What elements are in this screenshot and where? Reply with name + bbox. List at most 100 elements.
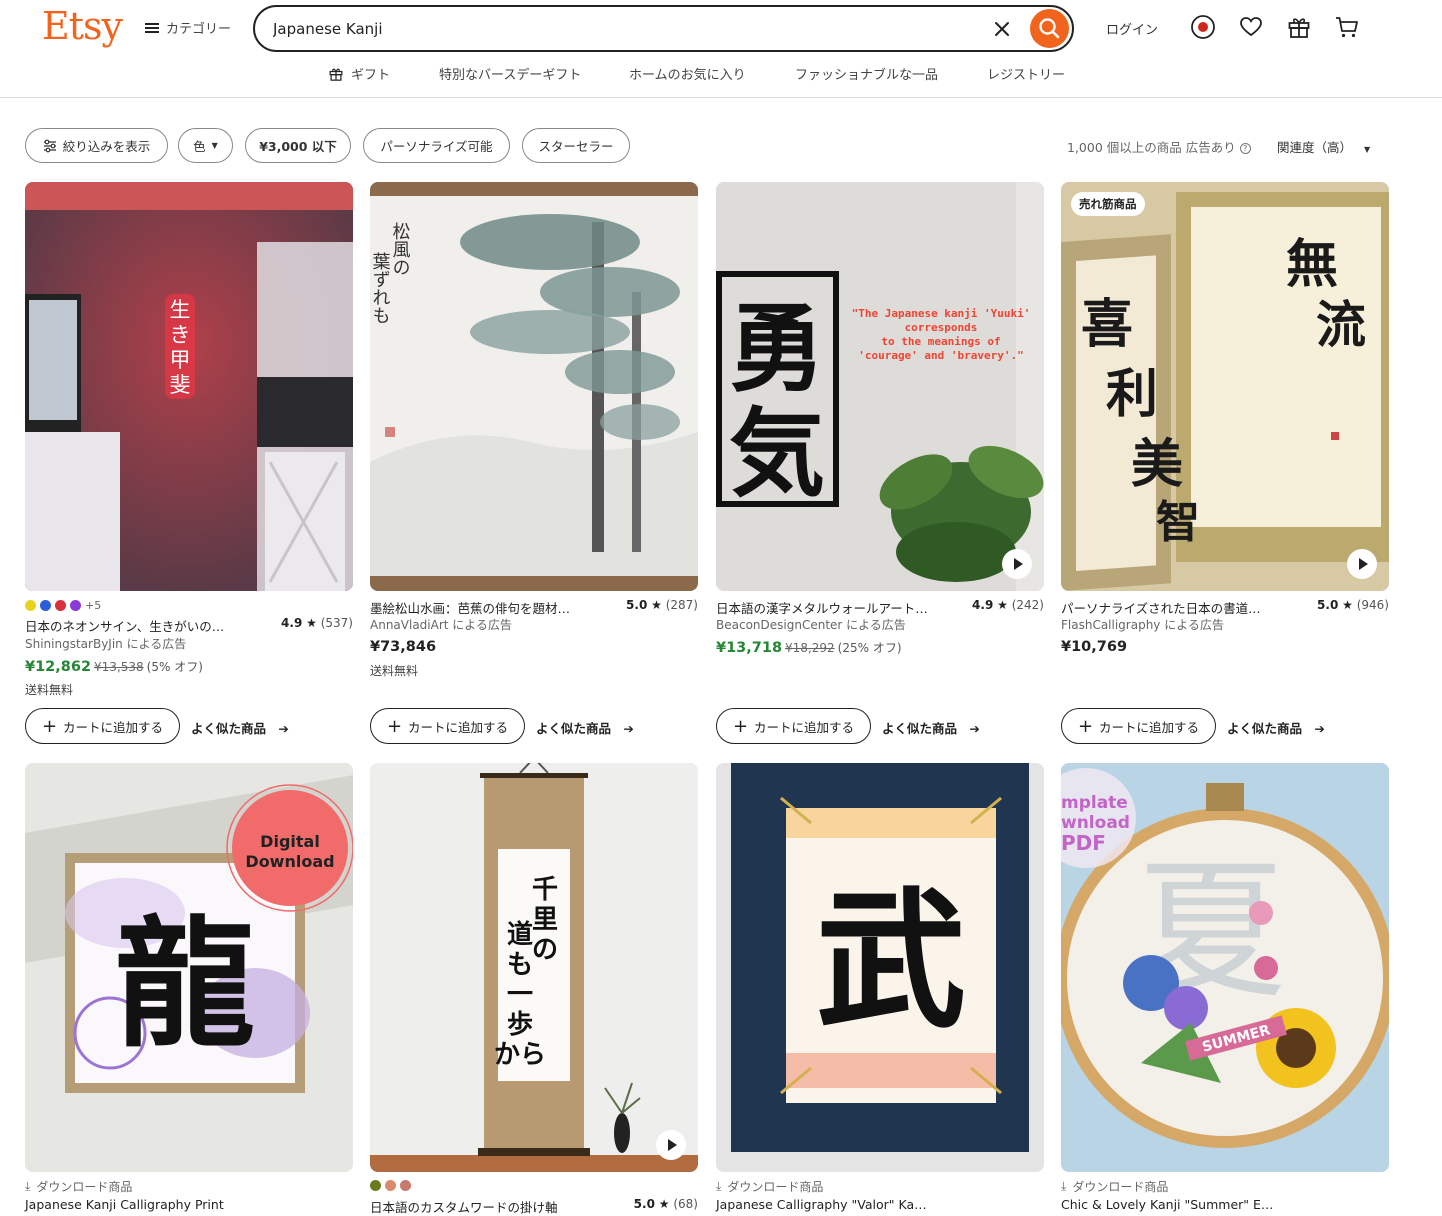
image-caption: "The Japanese kanji 'Yuuki' <box>852 307 1031 320</box>
product-title[interactable]: 日本語の漢字メタルウォールアート… <box>716 598 946 617</box>
review-count: (946) <box>1356 598 1389 612</box>
title-row: パーソナライズされた日本の書道… 5.0 ★ (946) <box>1061 598 1389 616</box>
play-video-button[interactable] <box>1002 549 1032 579</box>
add-to-cart-button[interactable]: + カートに追加する <box>1061 708 1216 744</box>
product-title[interactable]: Chic & Lovely Kanji "Summer" E… <box>1061 1197 1273 1212</box>
subnav-fashion[interactable]: ファッショナブルな一品 <box>795 64 938 83</box>
price: ¥10,769 <box>1061 639 1128 655</box>
price-row: ¥12,862 ¥13,538 (5% オフ) <box>25 658 203 675</box>
subnav-home-favorites[interactable]: ホームのお気に入り <box>629 64 746 83</box>
help-icon[interactable]: ? <box>1239 143 1251 154</box>
product-card: 生 き 甲 斐 +5 日本のネオンサイン、生きがいの… 4.9 ★ (537) … <box>25 182 353 747</box>
similar-items-link[interactable]: よく似た商品 ➔ <box>536 718 634 737</box>
star-icon: ★ <box>306 616 317 630</box>
add-to-cart-button[interactable]: + カートに追加する <box>25 708 180 744</box>
swatch-peach[interactable] <box>385 1180 396 1191</box>
neon-sign-text: 生 <box>170 298 191 322</box>
play-video-button[interactable] <box>656 1130 686 1160</box>
template-overlay-text: mplate <box>1061 793 1128 813</box>
product-image[interactable]: 夏 SUMMER mplate wnload PDF <box>1061 763 1389 1172</box>
download-indicator: ⤓ ダウンロード商品 <box>716 1178 823 1195</box>
product-image[interactable]: 勇 気 "The Japanese kanji 'Yuuki' correspo… <box>716 182 1044 591</box>
shop-name[interactable]: ShiningstarByJin による広告 <box>25 635 186 652</box>
filter-sliders-icon <box>43 139 56 152</box>
shop-name[interactable]: BeaconDesignCenter による広告 <box>716 616 906 633</box>
search-button[interactable] <box>1030 9 1069 48</box>
add-to-cart-button[interactable]: + カートに追加する <box>370 708 525 744</box>
svg-text:利: 利 <box>1106 364 1158 425</box>
swatch-red[interactable] <box>55 600 66 611</box>
product-title[interactable]: Japanese Kanji Calligraphy Print <box>25 1197 224 1212</box>
color-filter[interactable]: 色 ▼ <box>178 128 233 163</box>
heart-icon[interactable] <box>1238 14 1264 40</box>
shop-name[interactable]: AnnaVladiArt による広告 <box>370 616 512 633</box>
arrow-right-icon: ➔ <box>969 721 980 736</box>
sale-price: ¥13,718 <box>716 640 783 656</box>
cart-icon[interactable] <box>1334 14 1360 40</box>
menu-icon <box>145 22 160 34</box>
gift-icon[interactable] <box>1286 14 1312 40</box>
star-icon: ★ <box>1342 598 1353 612</box>
product-image[interactable]: 無 流 喜 利 美 智 売れ筋商品 <box>1061 182 1389 591</box>
product-card: 勇 気 "The Japanese kanji 'Yuuki' correspo… <box>716 182 1044 747</box>
similar-items-link[interactable]: よく似た商品 ➔ <box>882 718 980 737</box>
sort-label: 関連度（高） <box>1277 140 1353 155</box>
show-filters-label: 絞り込みを表示 <box>62 139 151 154</box>
add-to-cart-button[interactable]: + カートに追加する <box>716 708 871 744</box>
shop-name[interactable]: FlashCalligraphy による広告 <box>1061 616 1224 633</box>
similar-label: よく似た商品 <box>882 721 958 736</box>
show-filters-button[interactable]: 絞り込みを表示 <box>25 128 168 163</box>
color-swatches <box>370 1180 411 1191</box>
swatch-rose[interactable] <box>400 1180 411 1191</box>
original-price: ¥13,538 <box>94 660 144 674</box>
product-title[interactable]: 日本語のカスタムワードの掛け軸 <box>370 1197 600 1216</box>
svg-text:PDF: PDF <box>1061 831 1106 855</box>
star-seller-filter[interactable]: スターセラー <box>522 128 630 163</box>
product-card: 夏 SUMMER mplate wnload PDF ⤓ ダウンロード商品 Chi… <box>1061 763 1389 1212</box>
plus-icon: + <box>732 715 749 737</box>
swatch-yellow[interactable] <box>25 600 36 611</box>
product-title[interactable]: Japanese Calligraphy "Valor" Ka… <box>716 1197 927 1212</box>
price: ¥73,846 <box>370 639 437 655</box>
caret-down-icon: ▼ <box>211 141 218 150</box>
product-title[interactable]: 墨絵松山水画：芭蕉の俳句を題材… <box>370 598 600 617</box>
product-title[interactable]: パーソナライズされた日本の書道… <box>1061 598 1291 617</box>
price-filter[interactable]: ¥3,000 以下 <box>245 128 351 163</box>
svg-text:美: 美 <box>1131 434 1183 495</box>
categories-menu[interactable]: カテゴリー <box>145 18 231 37</box>
swatch-purple[interactable] <box>70 600 81 611</box>
clear-icon[interactable] <box>991 18 1013 40</box>
arrow-right-icon: ➔ <box>278 721 289 736</box>
svg-text:corresponds: corresponds <box>905 321 978 334</box>
play-video-button[interactable] <box>1347 549 1377 579</box>
product-image[interactable]: 松風の 葉ずれも <box>370 182 698 591</box>
login-link[interactable]: ログイン <box>1106 19 1158 38</box>
title-row: 日本語のカスタムワードの掛け軸 5.0 ★ (68) <box>370 1197 698 1215</box>
personalizable-filter[interactable]: パーソナライズ可能 <box>363 128 510 163</box>
product-image[interactable]: 生 き 甲 斐 <box>25 182 353 591</box>
subnav-registry[interactable]: レジストリー <box>987 64 1065 83</box>
product-image[interactable]: 武 <box>716 763 1044 1172</box>
svg-text:甲: 甲 <box>170 348 191 372</box>
subnav-birthday-gifts[interactable]: 特別なバースデーギフト <box>439 64 581 83</box>
swatch-blue[interactable] <box>40 600 51 611</box>
search-input[interactable] <box>273 17 973 41</box>
svg-text:き: き <box>170 323 191 347</box>
sort-dropdown[interactable]: 関連度（高） ▼ <box>1277 137 1370 156</box>
product-image[interactable]: 龍 Digital Download <box>25 763 353 1172</box>
poem-text: 松風の <box>390 222 411 276</box>
product-image[interactable]: 千 里 の 道 も 一 歩 から <box>370 763 698 1172</box>
plus-icon: + <box>386 715 403 737</box>
swatch-olive[interactable] <box>370 1180 381 1191</box>
digital-download-label: Digital <box>260 832 320 851</box>
etsy-logo[interactable]: Etsy <box>42 4 123 48</box>
similar-items-link[interactable]: よく似た商品 ➔ <box>1227 718 1325 737</box>
account-icon[interactable] <box>1190 14 1216 40</box>
product-title[interactable]: 日本のネオンサイン、生きがいの… <box>25 616 255 635</box>
product-rating: 5.0 ★ (946) <box>1317 598 1389 612</box>
subnav-gifts[interactable]: ギフト <box>328 64 390 83</box>
similar-items-link[interactable]: よく似た商品 ➔ <box>191 718 289 737</box>
title-row: 墨絵松山水画：芭蕉の俳句を題材… 5.0 ★ (287) <box>370 598 698 616</box>
plus-icon: + <box>41 715 58 737</box>
download-icon: ⤓ <box>716 1179 722 1193</box>
